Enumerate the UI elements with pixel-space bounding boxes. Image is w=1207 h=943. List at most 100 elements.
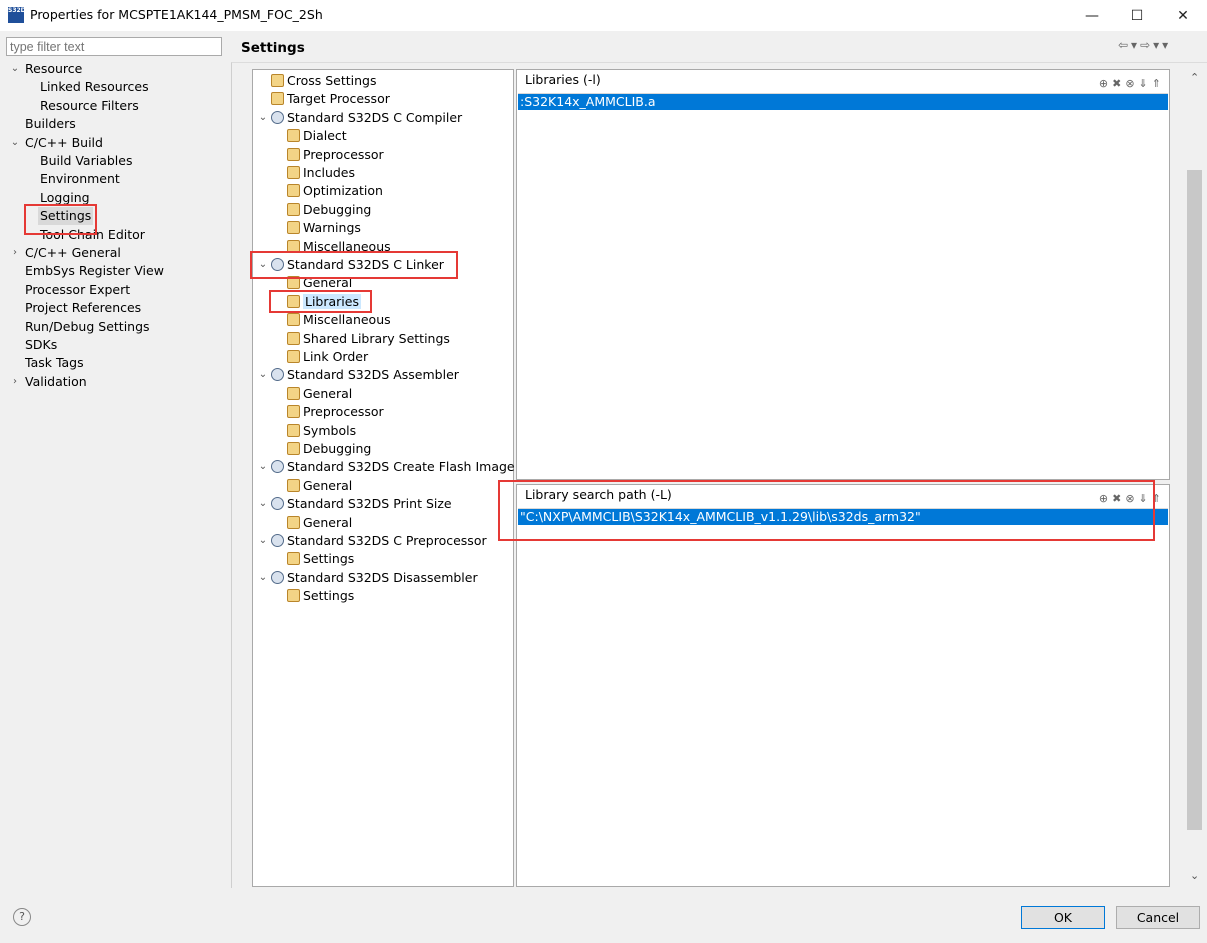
search-path-list[interactable]: "C:\NXP\AMMCLIB\S32K14x_AMMCLIB_v1.1.29\… xyxy=(518,508,1168,885)
tree-item-label: Standard S32DS Print Size xyxy=(287,496,452,512)
chevron-down-icon[interactable]: ⌄ xyxy=(9,134,21,152)
tree-item[interactable]: ⌄ Standard S32DS Print Size xyxy=(259,495,452,513)
tree-item-label: Standard S32DS Create Flash Image xyxy=(287,459,515,475)
wrench-icon xyxy=(287,515,300,529)
wrench-icon xyxy=(287,552,300,566)
libraries-list[interactable]: :S32K14x_AMMCLIB.a xyxy=(518,93,1168,478)
tree-item[interactable]: SDKs xyxy=(23,336,59,354)
gear-icon xyxy=(271,460,284,474)
tree-item-label: Target Processor xyxy=(287,91,390,107)
tree-item-label: Preprocessor xyxy=(303,146,384,162)
chevron-down-icon[interactable]: ⌄ xyxy=(257,458,269,476)
tree-item[interactable]: Warnings xyxy=(287,219,361,237)
tool-settings-tree: Cross Settings Target Processor ⌄ Standard … xyxy=(252,69,515,887)
tree-item-label: Symbols xyxy=(303,422,357,438)
tree-item[interactable]: Debugging xyxy=(287,201,371,219)
tree-item[interactable]: ⌄ Resource xyxy=(11,60,84,78)
tree-item[interactable]: Build Variables xyxy=(38,152,134,170)
tree-item[interactable]: Processor Expert xyxy=(23,281,132,299)
tree-item-label: Processor Expert xyxy=(25,281,131,297)
tree-item[interactable]: Debugging xyxy=(287,440,371,458)
wrench-icon xyxy=(271,92,284,106)
tree-item-label: Standard S32DS C Preprocessor xyxy=(287,533,487,548)
tree-item[interactable]: ⌄ Standard S32DS C Compiler xyxy=(259,109,463,127)
tree-item[interactable]: Cross Settings xyxy=(271,72,377,90)
tree-item[interactable]: Preprocessor xyxy=(287,403,384,421)
highlight-box-search-path xyxy=(498,480,1155,541)
scroll-down-icon[interactable]: ⌄ xyxy=(1190,869,1199,882)
tree-item[interactable]: Resource Filters xyxy=(38,97,141,115)
libraries-toolbar-icons[interactable]: ⊕✖⊗⇓⇑ xyxy=(1099,74,1165,94)
scroll-up-icon[interactable]: ⌃ xyxy=(1190,71,1199,84)
tree-item[interactable]: Project References xyxy=(23,299,143,317)
chevron-down-icon[interactable]: ⌄ xyxy=(257,569,269,587)
tree-item-label: Standard S32DS C Compiler xyxy=(287,109,463,125)
libraries-header: Libraries (-l) ⊕✖⊗⇓⇑ xyxy=(517,70,1169,90)
tree-item[interactable]: Run/Debug Settings xyxy=(23,318,152,336)
tree-item-label: Environment xyxy=(40,171,120,187)
tree-item[interactable]: General xyxy=(287,385,352,403)
app-icon-text: S32DS xyxy=(8,7,30,14)
filter-input[interactable] xyxy=(6,37,222,56)
tree-item[interactable]: Link Order xyxy=(287,348,368,366)
chevron-down-icon[interactable]: ⌄ xyxy=(9,60,21,78)
tree-item[interactable]: Dialect xyxy=(287,127,347,145)
tree-item-label: C/C++ Build xyxy=(25,134,103,150)
close-button[interactable]: ✕ xyxy=(1160,0,1206,31)
tree-item[interactable]: Settings xyxy=(287,550,354,568)
tree-item[interactable]: › C/C++ General xyxy=(13,244,123,262)
tree-item[interactable]: Settings xyxy=(287,587,354,605)
chevron-right-icon[interactable]: › xyxy=(9,373,21,391)
tree-item[interactable]: Task Tags xyxy=(23,354,86,372)
tree-item[interactable]: › Validation xyxy=(13,373,89,391)
tree-item[interactable]: General xyxy=(287,477,352,495)
tree-item-label: Linked Resources xyxy=(40,79,149,95)
wrench-icon xyxy=(287,331,300,345)
help-icon[interactable]: ? xyxy=(13,908,31,926)
tree-item[interactable]: Preprocessor xyxy=(287,146,384,164)
tree-item[interactable]: ⌄ Standard S32DS Create Flash Image xyxy=(259,458,515,476)
tree-item[interactable]: Builders xyxy=(23,115,78,133)
tree-item[interactable]: Miscellaneous xyxy=(287,311,391,329)
tree-item[interactable]: EmbSys Register View xyxy=(23,262,166,280)
tree-item-label: Optimization xyxy=(303,183,383,199)
scrollbar-thumb[interactable] xyxy=(1187,170,1202,830)
tree-item-label: General xyxy=(303,477,353,493)
tree-item[interactable]: Optimization xyxy=(287,182,383,200)
tree-item[interactable]: Shared Library Settings xyxy=(287,330,450,348)
highlight-box-libraries xyxy=(269,290,372,313)
chevron-down-icon[interactable]: ⌄ xyxy=(257,495,269,513)
chevron-down-icon[interactable]: ⌄ xyxy=(257,366,269,384)
tree-item-label: C/C++ General xyxy=(25,245,121,260)
tree-item-label: Build Variables xyxy=(40,153,133,168)
chevron-down-icon[interactable]: ⌄ xyxy=(257,532,269,550)
tree-item[interactable]: ⌄ Standard S32DS Disassembler xyxy=(259,569,478,587)
navigation-arrows-icon[interactable]: ⇦▾⇨▾▾ xyxy=(1118,38,1171,52)
chevron-right-icon[interactable]: › xyxy=(9,244,21,262)
tree-item-label: Debugging xyxy=(303,441,372,456)
tree-item-label: Resource xyxy=(25,61,83,76)
chevron-down-icon[interactable]: ⌄ xyxy=(257,109,269,127)
tree-item[interactable]: ⌄ C/C++ Build xyxy=(11,134,105,152)
tree-item-label: Standard S32DS Disassembler xyxy=(287,569,478,585)
tree-item-label: Link Order xyxy=(303,349,369,364)
tree-item[interactable]: Linked Resources xyxy=(38,78,151,96)
tree-item[interactable]: Environment xyxy=(38,170,122,188)
ok-button[interactable]: OK xyxy=(1021,906,1105,929)
tree-item-label: Debugging xyxy=(303,201,372,217)
maximize-button[interactable]: ☐ xyxy=(1114,0,1160,31)
minimize-button[interactable]: — xyxy=(1069,0,1115,31)
tree-item[interactable]: Target Processor xyxy=(271,90,390,108)
tree-item-label: Cross Settings xyxy=(287,73,377,88)
maximize-icon: ☐ xyxy=(1130,7,1144,24)
library-search-path-panel: Library search path (-L) ⊕✖⊗⇓⇑ "C:\NXP\A… xyxy=(516,484,1170,887)
cancel-button[interactable]: Cancel xyxy=(1116,906,1200,929)
tree-item[interactable]: General xyxy=(287,514,352,532)
tree-item[interactable]: Includes xyxy=(287,164,355,182)
tree-item[interactable]: Symbols xyxy=(287,422,356,440)
list-item[interactable]: :S32K14x_AMMCLIB.a xyxy=(518,94,1168,110)
tree-item-label: SDKs xyxy=(25,337,58,352)
tree-item[interactable]: ⌄ Standard S32DS Assembler xyxy=(259,366,459,384)
tree-item-label: Miscellaneous xyxy=(303,312,391,328)
tree-item[interactable]: ⌄ Standard S32DS C Preprocessor xyxy=(259,532,487,550)
